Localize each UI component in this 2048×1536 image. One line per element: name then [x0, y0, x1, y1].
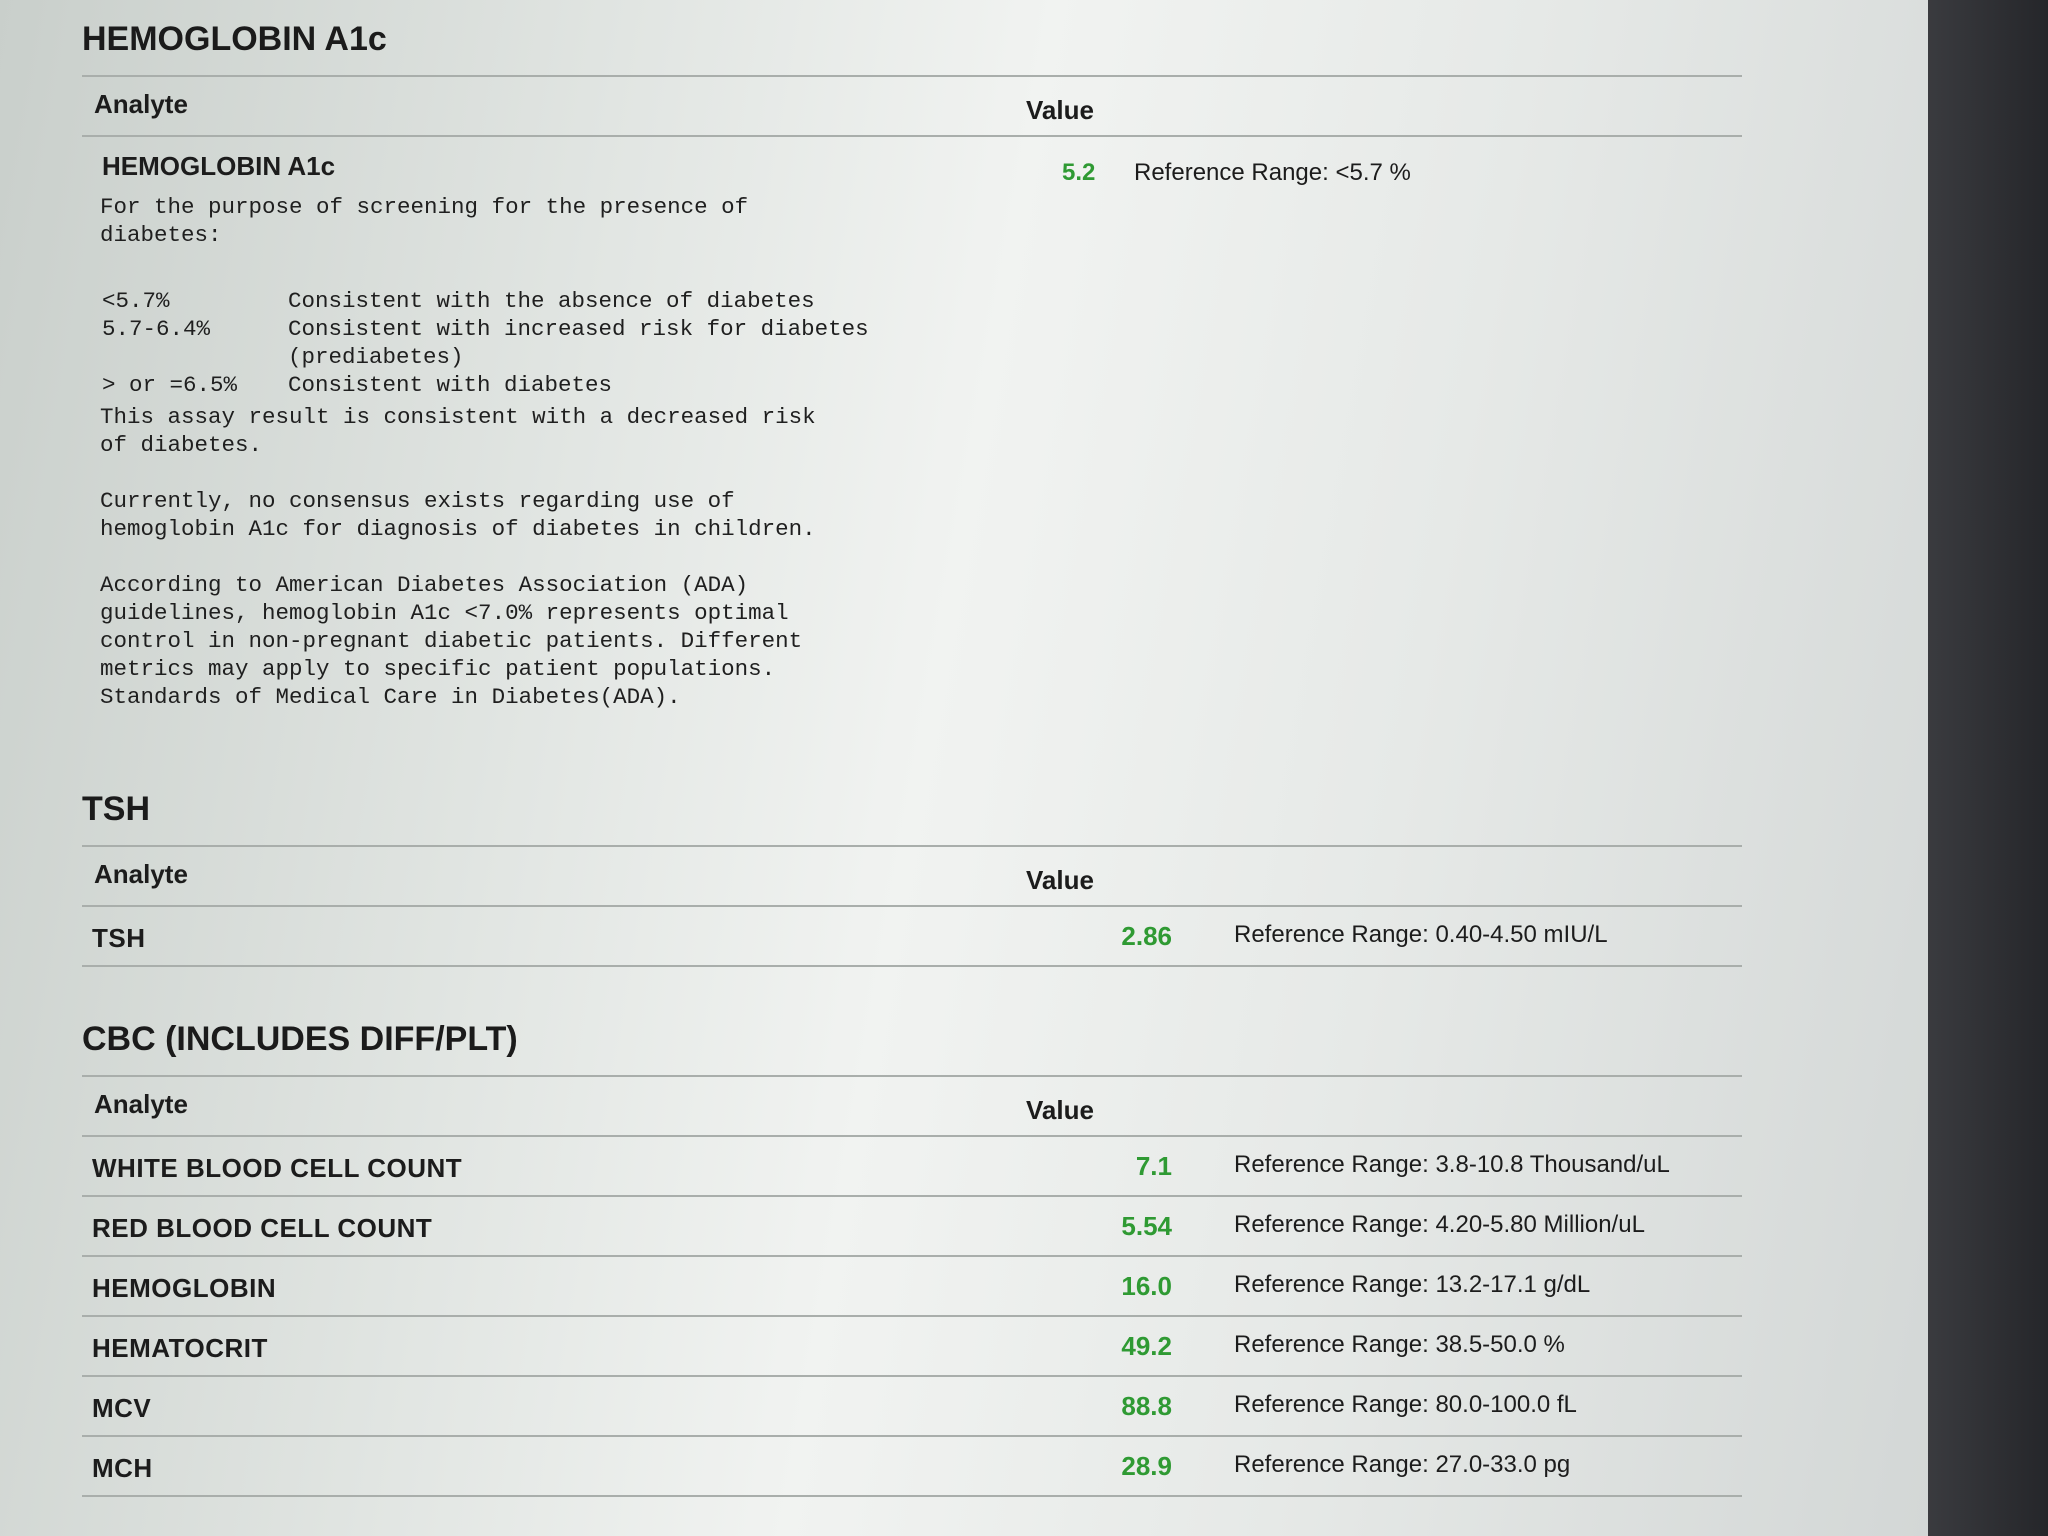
range-threshold — [102, 343, 288, 371]
analyte-column-header: Analyte — [94, 89, 188, 119]
analyte-column-header: Analyte — [94, 1089, 188, 1119]
table-row: WHITE BLOOD CELL COUNT 7.1 Reference Range… — [82, 1137, 1742, 1197]
analyte-name: MCV — [92, 1393, 152, 1423]
analyte-column-header: Analyte — [94, 859, 188, 889]
analyte-name: HEMOGLOBIN A1c — [102, 151, 336, 181]
result-value: 7.1 — [1135, 1151, 1172, 1181]
section-cbc: CBC (INCLUDES DIFF/PLT) Analyte Value WH… — [82, 1020, 1742, 1497]
range-interpretation: Consistent with increased risk for diabe… — [288, 316, 869, 342]
value-column-header: Value — [1026, 95, 1094, 125]
table-header-row: Analyte Value — [82, 77, 1742, 137]
results-table: Analyte Value TSH 2.86 Reference Range: 0.… — [82, 845, 1742, 967]
results-table: Analyte Value HEMOGLOBIN A1c 5.2 Referen… — [82, 75, 1742, 757]
table-row: MCH 28.9 Reference Range: 27.0-33.0 pg — [82, 1437, 1742, 1497]
table-row: HEMATOCRIT 49.2 Reference Range: 38.5-50.0… — [82, 1317, 1742, 1377]
result-value: 28.9 — [1121, 1451, 1172, 1481]
cbc-rows: WHITE BLOOD CELL COUNT 7.1 Reference Range… — [82, 1137, 1742, 1497]
section-title: CBC (INCLUDES DIFF/PLT) — [82, 1020, 518, 1058]
reference-range: Reference Range: 80.0-100.0 fL — [1234, 1391, 1577, 1418]
reference-range: Reference Range: <5.7 % — [1134, 159, 1411, 186]
analyte-name: HEMATOCRIT — [92, 1333, 268, 1363]
value-column-header: Value — [1026, 1095, 1094, 1125]
tsh-rows: TSH 2.86 Reference Range: 0.40-4.50 mIU/L — [82, 907, 1742, 967]
result-value: 88.8 — [1121, 1391, 1172, 1421]
range-row: 5.7-6.4% Consistent with increased risk f… — [102, 315, 869, 343]
analyte-name: WHITE BLOOD CELL COUNT — [92, 1153, 463, 1183]
table-row: HEMOGLOBIN A1c 5.2 Reference Range: <5.7… — [82, 137, 1742, 757]
result-value: 5.2 — [1062, 159, 1096, 186]
reference-range: Reference Range: 4.20-5.80 Million/uL — [1234, 1211, 1645, 1238]
table-row: TSH 2.86 Reference Range: 0.40-4.50 mIU/L — [82, 907, 1742, 967]
results-table: Analyte Value WHITE BLOOD CELL COUNT 7.1 R… — [82, 1075, 1742, 1497]
range-threshold: 5.7-6.4% — [102, 316, 211, 342]
result-value: 16.0 — [1121, 1271, 1172, 1301]
reference-range: Reference Range: 27.0-33.0 pg — [1234, 1451, 1571, 1478]
reference-range: Reference Range: 13.2-17.1 g/dL — [1234, 1271, 1591, 1298]
result-value: 5.54 — [1121, 1211, 1172, 1241]
result-value: 49.2 — [1121, 1331, 1172, 1361]
children-note: Currently, no consensus exists regarding… — [100, 488, 816, 542]
interpretation-ranges: <5.7% Consistent with the absence of diab… — [102, 287, 869, 399]
screen-bezel — [1928, 0, 2048, 1536]
reference-range: Reference Range: 0.40-4.50 mIU/L — [1234, 921, 1608, 948]
analyte-name: HEMOGLOBIN — [92, 1273, 277, 1303]
section-title: TSH — [82, 790, 150, 828]
value-column-header: Value — [1026, 865, 1094, 895]
range-interpretation: (prediabetes) — [288, 344, 464, 370]
assay-result-note: This assay result is consistent with a d… — [100, 404, 816, 458]
range-threshold: <5.7% — [102, 288, 170, 314]
section-hemoglobin-a1c: HEMOGLOBIN A1c Analyte Value HEMOGLOBIN … — [82, 20, 1742, 757]
table-row: RED BLOOD CELL COUNT 5.54 Reference Range:… — [82, 1197, 1742, 1257]
result-value: 2.86 — [1121, 921, 1172, 951]
table-row: MCV 88.8 Reference Range: 80.0-100.0 fL — [82, 1377, 1742, 1437]
screening-note: For the purpose of screening for the pre… — [100, 194, 749, 248]
browser-screen: HEMOGLOBIN A1c Analyte Value HEMOGLOBIN … — [0, 0, 1928, 1536]
section-title: HEMOGLOBIN A1c — [82, 20, 387, 58]
reference-range: Reference Range: 3.8-10.8 Thousand/uL — [1234, 1151, 1670, 1178]
range-row: > or =6.5% Consistent with diabetes — [102, 371, 869, 399]
reference-range: Reference Range: 38.5-50.0 % — [1234, 1331, 1565, 1358]
section-tsh: TSH Analyte Value TSH 2.86 Reference Range… — [82, 790, 1742, 967]
analyte-name: RED BLOOD CELL COUNT — [92, 1213, 433, 1243]
range-interpretation: Consistent with the absence of diabetes — [288, 288, 815, 314]
ada-guidelines-note: According to American Diabetes Associati… — [100, 572, 803, 710]
range-row: <5.7% Consistent with the absence of diab… — [102, 287, 869, 315]
analyte-name: TSH — [92, 923, 146, 953]
range-row: (prediabetes) — [102, 343, 869, 371]
range-threshold: > or =6.5% — [102, 372, 238, 398]
range-interpretation: Consistent with diabetes — [288, 372, 613, 398]
table-header-row: Analyte Value — [82, 847, 1742, 907]
analyte-name: MCH — [92, 1453, 153, 1483]
table-row: HEMOGLOBIN 16.0 Reference Range: 13.2-17.1… — [82, 1257, 1742, 1317]
table-header-row: Analyte Value — [82, 1077, 1742, 1137]
